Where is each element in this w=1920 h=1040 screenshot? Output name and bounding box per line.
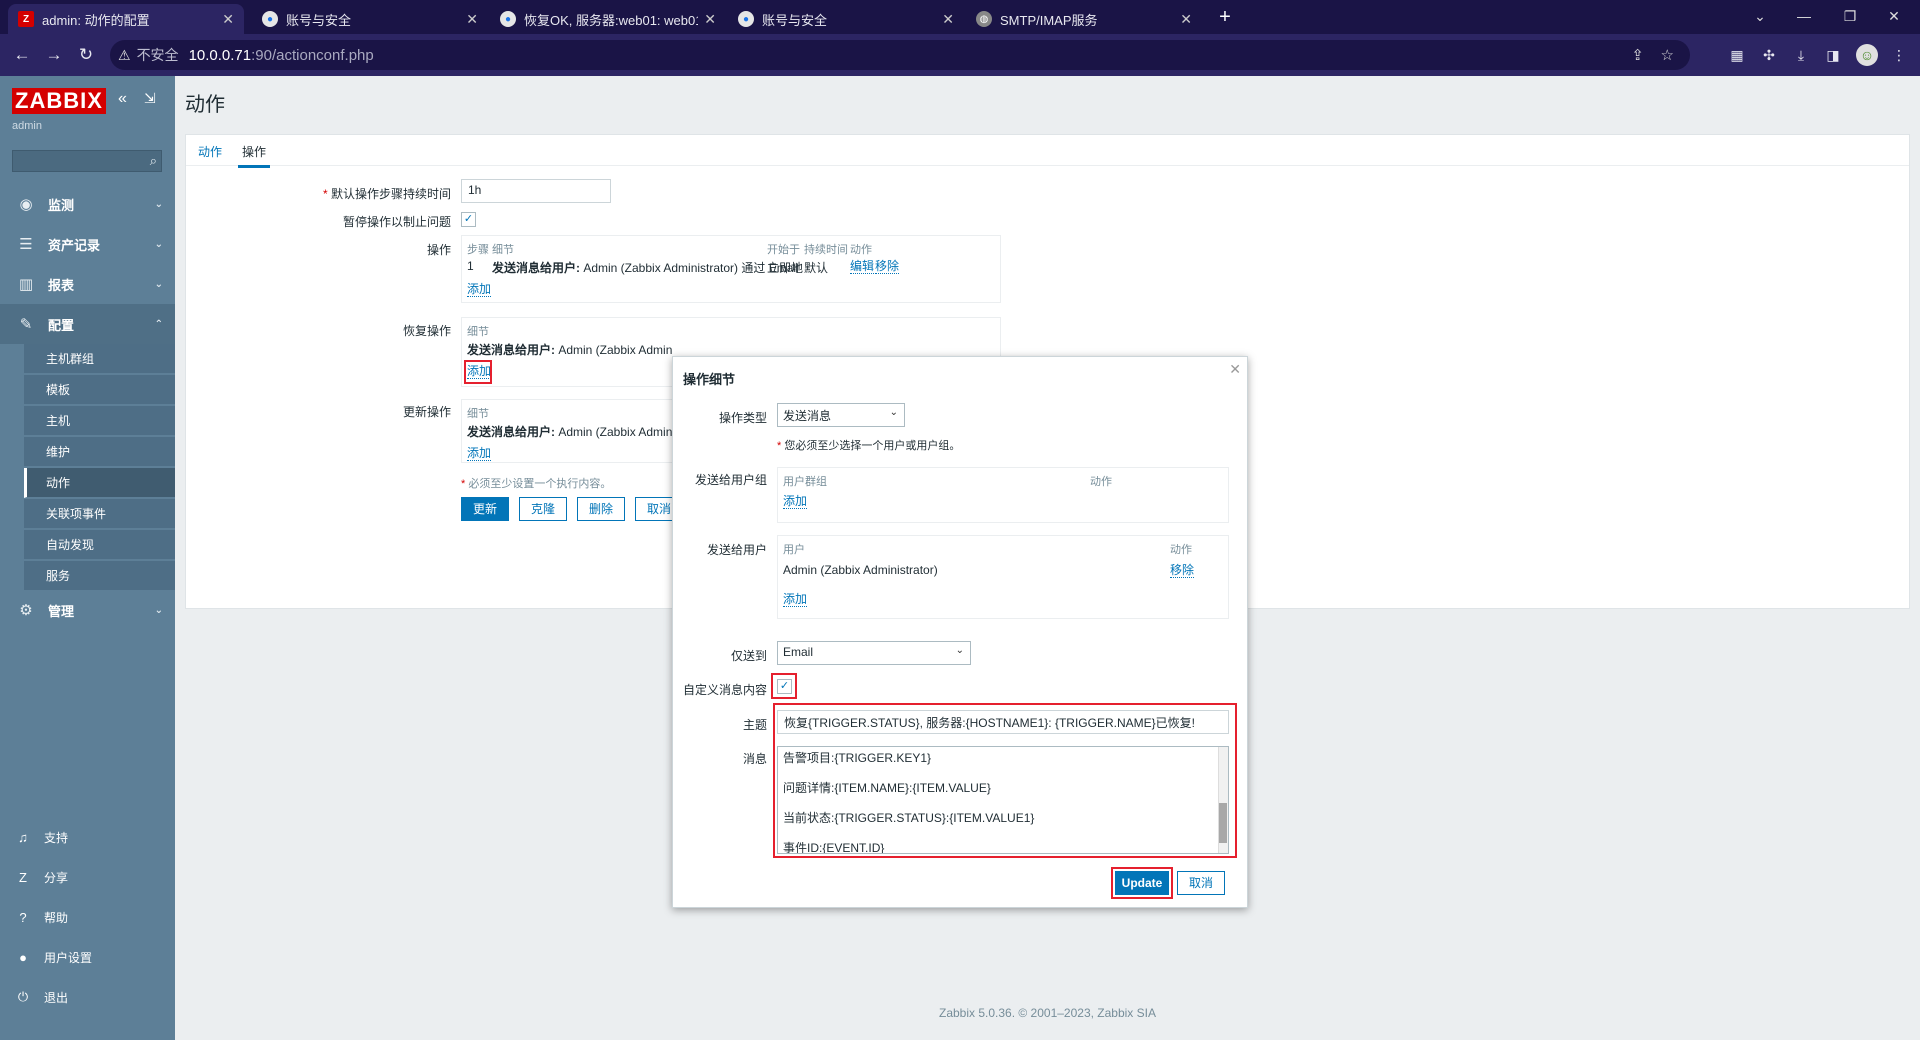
dialog-cancel-button[interactable]: 取消 bbox=[1177, 871, 1225, 895]
bookmark-star-icon[interactable]: ☆ bbox=[1661, 46, 1674, 64]
browser-tab-smtp[interactable]: ◍ SMTP/IMAP服务 ✕ bbox=[966, 4, 1202, 34]
send-only-value: Email bbox=[783, 645, 814, 659]
browser-favicon-icon: ● bbox=[500, 11, 516, 27]
highlight-custom-msg bbox=[771, 673, 797, 699]
send-groups-label: 发送给用户组 bbox=[694, 473, 767, 487]
restore-icon[interactable]: ❐ bbox=[1830, 4, 1870, 28]
dialog-overlay: 操作细节 ✕ 操作类型 发送消息 ⌄ * 您必须至少选择一个用户或用户组。 发送给… bbox=[0, 76, 1920, 1040]
close-window-icon[interactable]: ✕ bbox=[1874, 4, 1914, 28]
close-icon[interactable]: ✕ bbox=[466, 11, 478, 28]
browser-tab-account[interactable]: ● 账号与安全 ✕ bbox=[252, 4, 488, 34]
close-icon[interactable]: ✕ bbox=[1180, 11, 1192, 28]
forward-icon[interactable]: → bbox=[42, 43, 66, 67]
browser-tab-account-2[interactable]: ● 账号与安全 ✕ bbox=[728, 4, 964, 34]
browser-toolbar: ← → ↻ ⚠ 不安全 10.0.0.71:90/actionconf.php … bbox=[0, 34, 1920, 76]
sidepanel-icon[interactable]: ◨ bbox=[1822, 44, 1844, 66]
op-type-label: 操作类型 bbox=[718, 411, 767, 425]
warning-icon: ⚠ bbox=[118, 46, 131, 63]
close-icon[interactable]: ✕ bbox=[704, 11, 716, 28]
th-user: 用户 bbox=[783, 544, 805, 556]
custom-msg-label: 自定义消息内容 bbox=[682, 683, 767, 697]
browser-tab-recovery[interactable]: ● 恢复OK, 服务器:web01: web01- ✕ bbox=[490, 4, 726, 34]
op-hint: * 您必须至少选择一个用户或用户组。 bbox=[777, 440, 961, 452]
operation-details-dialog: 操作细节 ✕ 操作类型 发送消息 ⌄ * 您必须至少选择一个用户或用户组。 发送给… bbox=[672, 356, 1248, 908]
avatar[interactable]: ☺ bbox=[1856, 44, 1878, 66]
puzzle-icon[interactable]: ✣ bbox=[1758, 44, 1780, 66]
close-icon[interactable]: ✕ bbox=[222, 11, 234, 28]
tab-title: 账号与安全 bbox=[286, 12, 352, 28]
close-icon[interactable]: ✕ bbox=[942, 11, 954, 28]
browser-tab-admin[interactable]: Z admin: 动作的配置 ✕ bbox=[8, 4, 244, 34]
browser-favicon-icon: ● bbox=[738, 11, 754, 27]
highlight-subject-message bbox=[773, 703, 1237, 858]
browser-favicon-icon: ● bbox=[262, 11, 278, 27]
op-type-value: 发送消息 bbox=[783, 409, 832, 423]
message-label: 消息 bbox=[742, 752, 767, 766]
user-row: Admin (Zabbix Administrator) bbox=[783, 563, 938, 577]
extension-icon[interactable]: ▦ bbox=[1726, 44, 1748, 66]
url-host: 10.0.0.71 bbox=[188, 46, 252, 64]
back-icon[interactable]: ← bbox=[10, 43, 34, 67]
user-remove-link[interactable]: 移除 bbox=[1170, 563, 1195, 578]
op-type-select[interactable]: 发送消息 ⌄ bbox=[777, 403, 905, 427]
browser-tab-bar: Z admin: 动作的配置 ✕ ● 账号与安全 ✕ ● 恢复OK, 服务器:w… bbox=[0, 0, 1920, 34]
share-icon[interactable]: ⇪ bbox=[1631, 46, 1644, 64]
close-icon[interactable]: ✕ bbox=[1229, 361, 1241, 378]
send-users-label: 发送给用户 bbox=[706, 543, 767, 557]
th-user-group: 用户群组 bbox=[783, 476, 827, 488]
new-tab-button[interactable]: + bbox=[1213, 6, 1237, 30]
menu-icon[interactable]: ⋮ bbox=[1888, 44, 1910, 66]
address-bar[interactable]: ⚠ 不安全 10.0.0.71:90/actionconf.php ⇪ ☆ bbox=[110, 40, 1690, 70]
tab-search-icon[interactable]: ⌄ bbox=[1740, 4, 1780, 28]
send-only-label: 仅送到 bbox=[730, 649, 767, 663]
download-icon[interactable]: ⤓ bbox=[1790, 44, 1812, 66]
url-path: :90/actionconf.php bbox=[251, 46, 374, 64]
tab-title: 账号与安全 bbox=[762, 12, 828, 28]
security-label: 不安全 bbox=[136, 47, 179, 63]
groups-add-link[interactable]: 添加 bbox=[783, 494, 808, 509]
tab-title: admin: 动作的配置 bbox=[42, 12, 150, 28]
reload-icon[interactable]: ↻ bbox=[74, 43, 98, 67]
tab-title: SMTP/IMAP服务 bbox=[1000, 12, 1098, 28]
zabbix-favicon-icon: Z bbox=[18, 11, 34, 27]
send-groups-table: 用户群组 动作 添加 bbox=[777, 467, 1229, 523]
users-add-link[interactable]: 添加 bbox=[783, 592, 808, 607]
th-action: 动作 bbox=[1090, 476, 1112, 488]
th-action: 动作 bbox=[1170, 544, 1192, 556]
chevron-down-icon: ⌄ bbox=[889, 407, 898, 418]
highlight-update-button bbox=[1111, 867, 1173, 899]
chevron-down-icon: ⌄ bbox=[955, 645, 964, 656]
send-users-table: 用户 动作 Admin (Zabbix Administrator) 移除 添加 bbox=[777, 535, 1229, 619]
dialog-title: 操作细节 bbox=[683, 372, 736, 387]
send-only-select[interactable]: Email ⌄ bbox=[777, 641, 971, 665]
minimize-icon[interactable]: — bbox=[1784, 4, 1824, 28]
subject-label: 主题 bbox=[742, 718, 767, 732]
globe-icon: ◍ bbox=[976, 11, 992, 27]
tab-title: 恢复OK, 服务器:web01: web01- bbox=[524, 12, 699, 28]
